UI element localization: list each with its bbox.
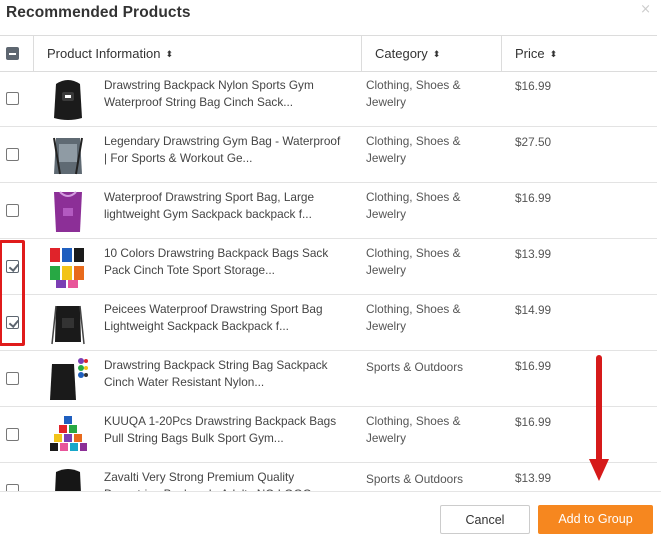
row-checkbox[interactable] [6,92,19,105]
product-category: Clothing, Shoes & Jewelry [366,190,461,221]
modal-title: Recommended Products [6,4,191,21]
table-row: Peicees Waterproof Drawstring Sport Bag … [0,295,657,351]
close-icon[interactable]: × [640,2,651,17]
bulk-colored-bags-icon [50,416,87,451]
product-name[interactable]: Waterproof Drawstring Sport Bag, Large l… [104,189,344,223]
annotation-arrow-shaft [596,355,602,462]
table-row: Drawstring Backpack Nylon Sports Gym Wat… [0,71,657,127]
product-name[interactable]: 10 Colors Drawstring Backpack Bags Sack … [104,245,344,279]
black-premium-bag-icon [55,469,81,492]
table-row: Zavalti Very Strong Premium Quality Draw… [0,463,657,492]
product-price: $16.99 [515,415,552,429]
purple-drawstring-bag-icon [54,191,82,232]
row-checkbox[interactable] [6,260,19,273]
select-all-checkbox[interactable] [6,47,19,60]
products-table: Product Information ⬍ Category ⬍ Price ⬍ Dr… [0,35,657,492]
grey-gym-bag-icon [53,137,83,175]
recommended-products-modal: Recommended Products × Product Informati… [0,0,661,545]
table-header: Product Information ⬍ Category ⬍ Price ⬍ [0,36,657,72]
table-row: Legendary Drawstring Gym Bag - Waterproo… [0,127,657,183]
row-checkbox[interactable] [6,428,19,441]
table-row: Drawstring Backpack String Bag Sackpack … [0,351,657,407]
row-checkbox[interactable] [6,372,19,385]
row-checkbox[interactable] [6,316,19,329]
column-label: Product Information [47,46,161,61]
table-row: 10 Colors Drawstring Backpack Bags Sack … [0,239,657,295]
black-backpack-icon [54,80,82,120]
column-label: Category [375,46,428,61]
table-row: Waterproof Drawstring Sport Bag, Large l… [0,183,657,239]
column-price[interactable]: Price ⬍ [501,36,657,71]
multicolor-bags-icon [50,248,84,288]
product-name[interactable]: KUUQA 1-20Pcs Drawstring Backpack Bags P… [104,413,344,447]
column-label: Price [515,46,545,61]
product-category: Sports & Outdoors [366,472,464,486]
product-name[interactable]: Zavalti Very Strong Premium Quality Draw… [104,469,344,492]
table-row: KUUQA 1-20Pcs Drawstring Backpack Bags P… [0,407,657,463]
product-price: $16.99 [515,79,552,93]
sort-icon: ⬍ [165,50,173,60]
product-name[interactable]: Peicees Waterproof Drawstring Sport Bag … [104,301,344,335]
product-category: Clothing, Shoes & Jewelry [366,134,461,165]
product-price: $27.50 [515,135,552,149]
sort-icon: ⬍ [432,50,441,60]
black-bag-with-swatches-icon [50,358,88,400]
cancel-button[interactable]: Cancel [440,505,530,534]
product-price: $14.99 [515,303,552,317]
modal-footer: Cancel Add to Group [0,491,661,546]
product-name[interactable]: Drawstring Backpack String Bag Sackpack … [104,357,344,391]
product-price: $13.99 [515,471,552,485]
add-to-group-button[interactable]: Add to Group [538,505,653,534]
sort-icon: ⬍ [549,50,558,60]
row-checkbox[interactable] [6,204,19,217]
product-price: $13.99 [515,247,552,261]
product-name[interactable]: Legendary Drawstring Gym Bag - Waterproo… [104,133,344,167]
product-category: Clothing, Shoes & Jewelry [366,302,461,333]
annotation-arrow-icon [589,459,609,481]
black-sackpack-icon [51,305,85,345]
product-price: $16.99 [515,191,552,205]
product-price: $16.99 [515,359,552,373]
column-product-information[interactable]: Product Information ⬍ [33,36,361,71]
product-name[interactable]: Drawstring Backpack Nylon Sports Gym Wat… [104,77,344,111]
product-category: Clothing, Shoes & Jewelry [366,414,461,445]
product-category: Clothing, Shoes & Jewelry [366,78,461,109]
row-checkbox[interactable] [6,148,19,161]
product-category: Sports & Outdoors [366,360,464,374]
column-category[interactable]: Category ⬍ [361,36,501,71]
product-category: Clothing, Shoes & Jewelry [366,246,461,277]
